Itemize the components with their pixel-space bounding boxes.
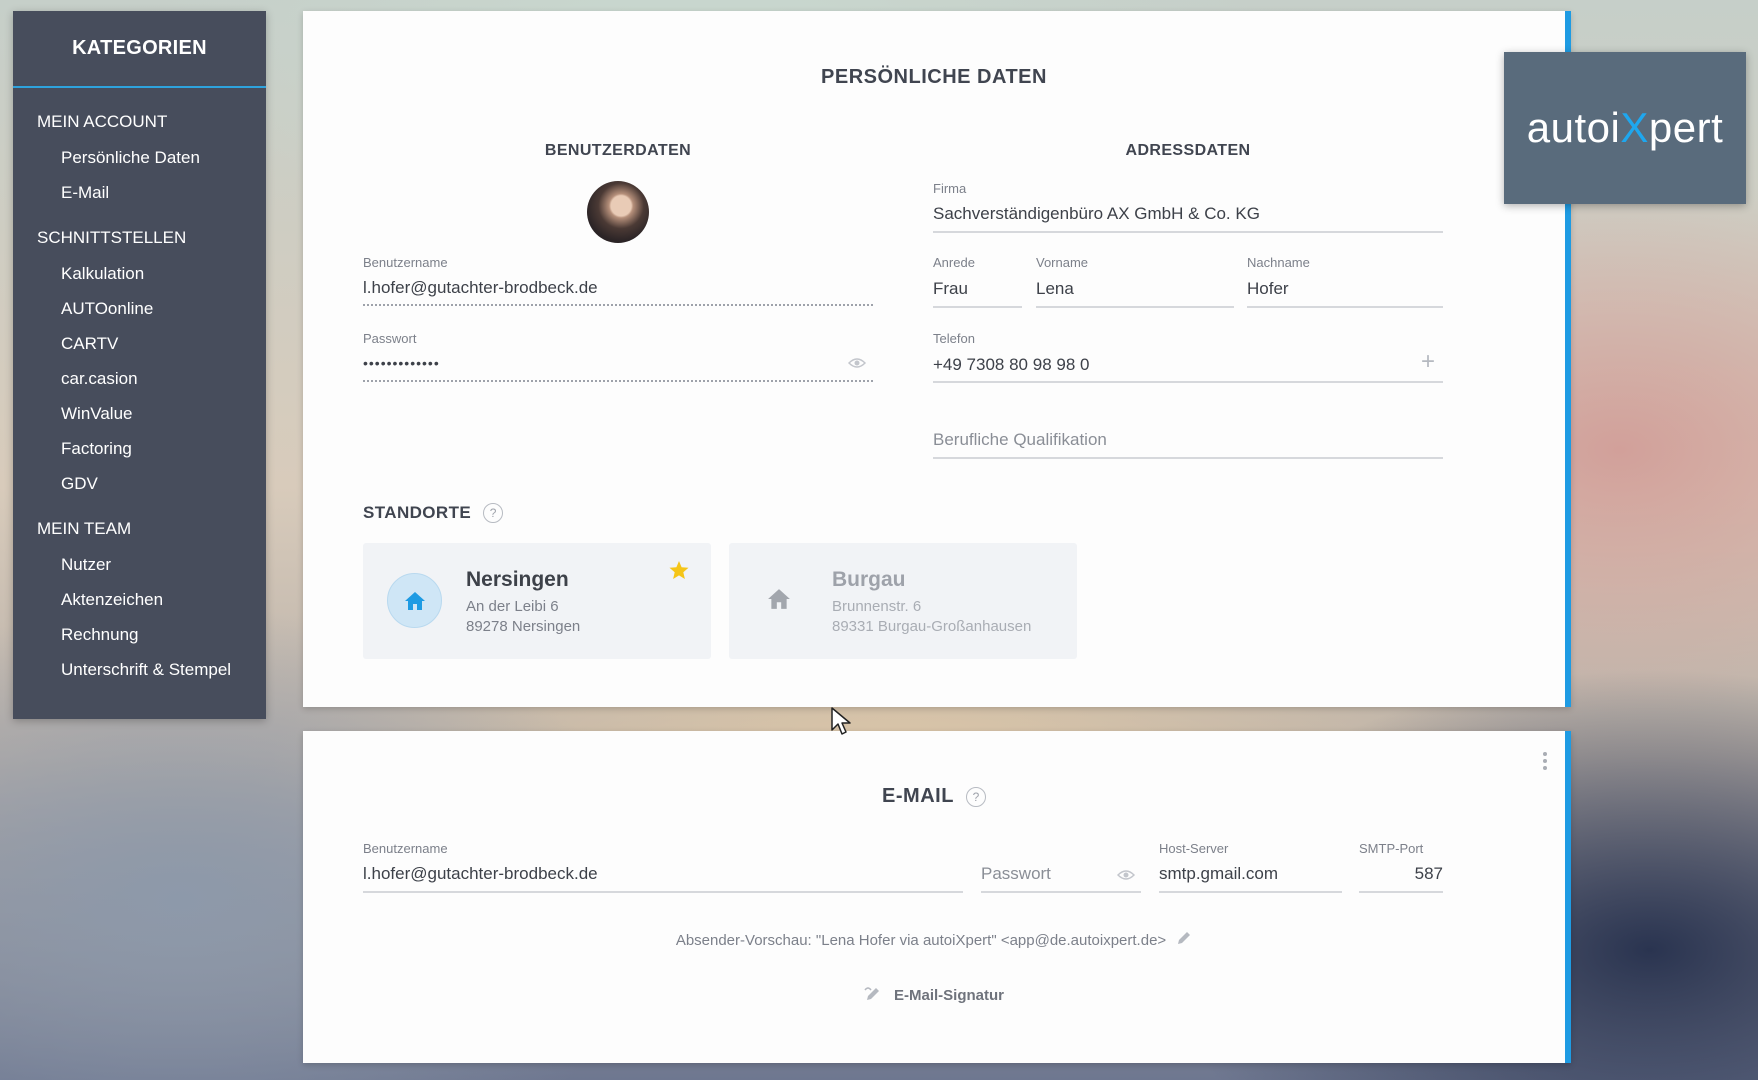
password-field[interactable]: ••••••••••••• — [363, 355, 833, 371]
sidebar-title: KATEGORIEN — [13, 11, 266, 88]
add-phone-icon[interactable]: + — [1421, 350, 1435, 374]
sidebar-item-unterschrift[interactable]: Unterschrift & Stempel — [13, 652, 266, 687]
sender-preview-row: Absender-Vorschau: "Lena Hofer via autoi… — [303, 930, 1565, 951]
signature-button[interactable]: E-Mail-Signatur — [303, 984, 1565, 1007]
email-card: E-MAIL ? Benutzername l.hofer@gutachter-… — [303, 731, 1571, 1063]
eye-icon[interactable] — [847, 356, 867, 374]
username-underline — [363, 304, 873, 306]
sidebar-item-kalkulation[interactable]: Kalkulation — [13, 256, 266, 291]
lastname-underline — [1247, 306, 1443, 308]
address-data-heading: ADRESSDATEN — [1125, 142, 1251, 159]
password-underline — [363, 380, 873, 382]
logo-text-a: autoi — [1526, 104, 1621, 151]
location-name: Burgau — [832, 568, 906, 591]
username-label: Benutzername — [363, 255, 448, 270]
salutation-label: Anrede — [933, 255, 975, 270]
password-label: Passwort — [363, 331, 417, 346]
locations-help-icon[interactable]: ? — [483, 503, 504, 523]
cursor-icon — [830, 706, 852, 741]
email-password-underline — [981, 891, 1141, 893]
email-header: E-MAIL ? — [303, 785, 1565, 808]
logo-text-x: X — [1620, 104, 1649, 151]
location-street: Brunnenstr. 6 — [832, 598, 922, 615]
location-card-burgau[interactable]: Burgau Brunnenstr. 6 89331 Burgau-Großan… — [729, 543, 1077, 659]
sidebar-item-winvalue[interactable]: WinValue — [13, 396, 266, 431]
sidebar-item-rechnung[interactable]: Rechnung — [13, 617, 266, 652]
lastname-label: Nachname — [1247, 255, 1310, 270]
port-label: SMTP-Port — [1359, 841, 1424, 856]
sidebar-section-account: MEIN ACCOUNT — [37, 112, 168, 131]
sidebar-item-email[interactable]: E-Mail — [13, 175, 266, 210]
eye-icon[interactable] — [1116, 868, 1136, 886]
phone-underline — [933, 381, 1443, 383]
edit-pencil-icon[interactable] — [1176, 930, 1192, 951]
qualification-underline — [933, 457, 1443, 459]
sidebar-item-persoenliche-daten[interactable]: Persönliche Daten — [13, 140, 266, 175]
location-name: Nersingen — [466, 568, 569, 591]
port-field[interactable]: 587 — [1359, 864, 1443, 884]
personal-data-title: PERSÖNLICHE DATEN — [821, 66, 1047, 88]
location-city: 89331 Burgau-Großanhausen — [832, 618, 1032, 635]
sender-preview: Absender-Vorschau: "Lena Hofer via autoi… — [675, 932, 1167, 949]
locations-header: STANDORTE ? — [363, 503, 504, 523]
phone-label: Telefon — [933, 331, 975, 346]
port-underline — [1359, 891, 1443, 893]
email-username-underline — [363, 891, 963, 893]
salutation-field[interactable]: Frau — [933, 279, 968, 299]
email-username-field[interactable]: l.hofer@gutachter-brodbeck.de — [363, 864, 598, 884]
signature-label: E-Mail-Signatur — [893, 987, 1004, 1004]
host-label: Host-Server — [1159, 841, 1229, 856]
signature-icon — [864, 984, 884, 1007]
sidebar-item-aktenzeichen[interactable]: Aktenzeichen — [13, 582, 266, 617]
home-icon — [387, 573, 442, 628]
personal-data-card: PERSÖNLICHE DATEN BENUTZERDATEN Benutzer… — [303, 11, 1571, 707]
location-street: An der Leibi 6 — [466, 598, 559, 615]
locations-heading: STANDORTE — [363, 503, 472, 522]
username-field[interactable]: l.hofer@gutachter-brodbeck.de — [363, 278, 873, 298]
sidebar-item-cartv[interactable]: CARTV — [13, 326, 266, 361]
email-username-label: Benutzername — [363, 841, 448, 856]
phone-field[interactable]: +49 7308 80 98 98 0 — [933, 355, 1089, 375]
logo-text-b: pert — [1648, 104, 1724, 151]
firm-label: Firma — [933, 181, 967, 196]
sidebar-section-schnittstellen: SCHNITTSTELLEN — [37, 228, 187, 247]
firm-field[interactable]: Sachverständigenbüro AX GmbH & Co. KG — [933, 204, 1443, 224]
qualification-field[interactable]: Berufliche Qualifikation — [933, 430, 1107, 450]
sidebar-item-factoring[interactable]: Factoring — [13, 431, 266, 466]
host-field[interactable]: smtp.gmail.com — [1159, 864, 1278, 884]
firstname-label: Vorname — [1036, 255, 1089, 270]
user-data-heading: BENUTZERDATEN — [544, 142, 692, 159]
more-options-icon[interactable] — [1543, 752, 1547, 770]
avatar[interactable] — [587, 181, 649, 243]
sidebar-section-team: MEIN TEAM — [37, 519, 132, 538]
host-underline — [1159, 891, 1342, 893]
location-city: 89278 Nersingen — [466, 618, 581, 635]
salutation-underline — [933, 306, 1022, 308]
lastname-field[interactable]: Hofer — [1247, 279, 1289, 299]
email-help-icon[interactable]: ? — [965, 786, 986, 807]
sidebar-item-carcasion[interactable]: car.casion — [13, 361, 266, 396]
home-icon — [767, 588, 791, 615]
sidebar-item-gdv[interactable]: GDV — [13, 466, 266, 501]
star-icon[interactable] — [669, 561, 689, 585]
firm-underline — [933, 231, 1443, 233]
sidebar-item-autoonline[interactable]: AUTOonline — [13, 291, 266, 326]
email-title: E-MAIL — [882, 785, 954, 807]
location-card-nersingen[interactable]: Nersingen An der Leibi 6 89278 Nersingen — [363, 543, 711, 659]
sidebar: KATEGORIEN MEIN ACCOUNT Persönliche Date… — [13, 11, 266, 719]
firstname-underline — [1036, 306, 1234, 308]
sidebar-item-nutzer[interactable]: Nutzer — [13, 547, 266, 582]
autoixpert-logo: autoi Xpert — [1504, 52, 1746, 204]
firstname-field[interactable]: Lena — [1036, 279, 1074, 299]
email-password-field[interactable]: Passwort — [981, 864, 1051, 884]
